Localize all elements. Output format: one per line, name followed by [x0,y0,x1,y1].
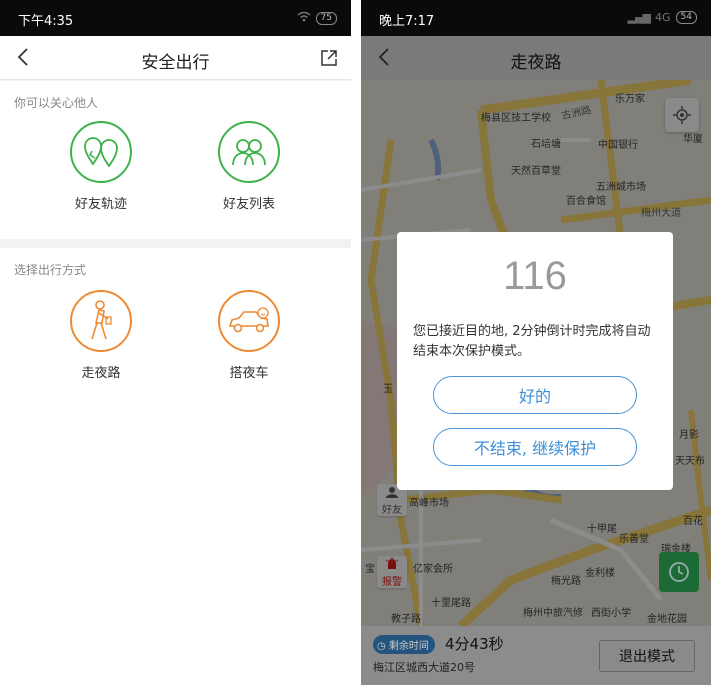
wifi-icon [297,11,311,25]
walker-icon [70,290,132,352]
travel-mode-section: 选择出行方式 走夜路 搭夜车 [0,248,351,685]
share-icon[interactable] [319,48,339,68]
remain-label: 剩余时间 [388,641,429,652]
network-label: 4G [655,11,671,24]
friend-button-label: 好友 [382,505,402,516]
friend-list-icon [218,121,280,183]
friend-track-label: 好友轨迹 [74,197,127,212]
nav-bar: 走夜路 [361,36,711,80]
friend-track-icon [70,121,132,183]
page-title: 走夜路 [510,53,562,73]
siren-icon [385,557,399,569]
night-car-label: 搭夜车 [229,366,269,381]
remain-time: 4分43秒 [445,635,504,653]
address-text: 梅江区城西大道20号 [373,661,475,674]
page-title: 安全出行 [141,53,210,73]
continue-protect-button[interactable]: 不结束, 继续保护 [433,428,637,466]
status-time: 晚上7:17 [379,14,435,29]
care-section: 你可以关心他人 好友轨迹 好友列表 [0,81,351,239]
right-screen: 乐万家 梅县区技工学校 石培塘 中国银行 天然百草堂 五洲城市场 百合食馆 华厦… [361,0,711,685]
walk-night-label: 走夜路 [81,366,121,381]
car-icon [218,290,280,352]
walk-night-button[interactable]: 走夜路 [46,290,156,381]
exit-mode-button[interactable]: 退出模式 [599,640,695,672]
arrival-dialog: 116 您已接近目的地, 2分钟倒计时完成将自动结束本次保护模式。 好的 不结束… [397,232,673,490]
battery-icon: 54 [675,11,697,24]
locate-icon [673,106,691,124]
friend-track-button[interactable]: 好友轨迹 [46,121,156,212]
bottom-bar: ◷ 剩余时间 4分43秒 梅江区城西大道20号 退出模式 [361,626,711,685]
friend-list-label: 好友列表 [222,197,275,212]
countdown-number: 116 [503,254,567,298]
left-screen: 下午4:35 75 安全出行 你可以关心他人 好友轨迹 好友列表 选择出行方式 … [0,0,351,685]
section-label-travel: 选择出行方式 [14,263,87,277]
nav-bar: 安全出行 [0,36,351,80]
timer-icon [669,562,689,582]
alarm-button-label: 报警 [382,577,402,588]
alarm-button[interactable]: 报警 [377,556,407,588]
status-bar: 下午4:35 75 [0,0,351,36]
section-label-care: 你可以关心他人 [14,96,99,110]
clock-icon: ◷ [377,641,389,652]
screen-divider [351,0,361,685]
signal-icon: ▂▄▆ [627,11,651,24]
night-car-button[interactable]: 搭夜车 [194,290,304,381]
dialog-message: 您已接近目的地, 2分钟倒计时完成将自动结束本次保护模式。 [413,324,651,359]
friend-list-button[interactable]: 好友列表 [194,121,304,212]
system-icons: 75 [297,11,337,25]
locate-button[interactable] [665,98,699,132]
battery-icon: 75 [315,11,337,25]
status-bar: 晚上7:17 ▂▄▆ 4G 54 [361,0,711,36]
status-time: 下午4:35 [18,14,74,29]
ok-button[interactable]: 好的 [433,376,637,414]
system-icons: ▂▄▆ 4G 54 [628,11,697,24]
remain-badge: ◷ 剩余时间 [373,635,435,654]
timer-button[interactable] [659,552,699,592]
